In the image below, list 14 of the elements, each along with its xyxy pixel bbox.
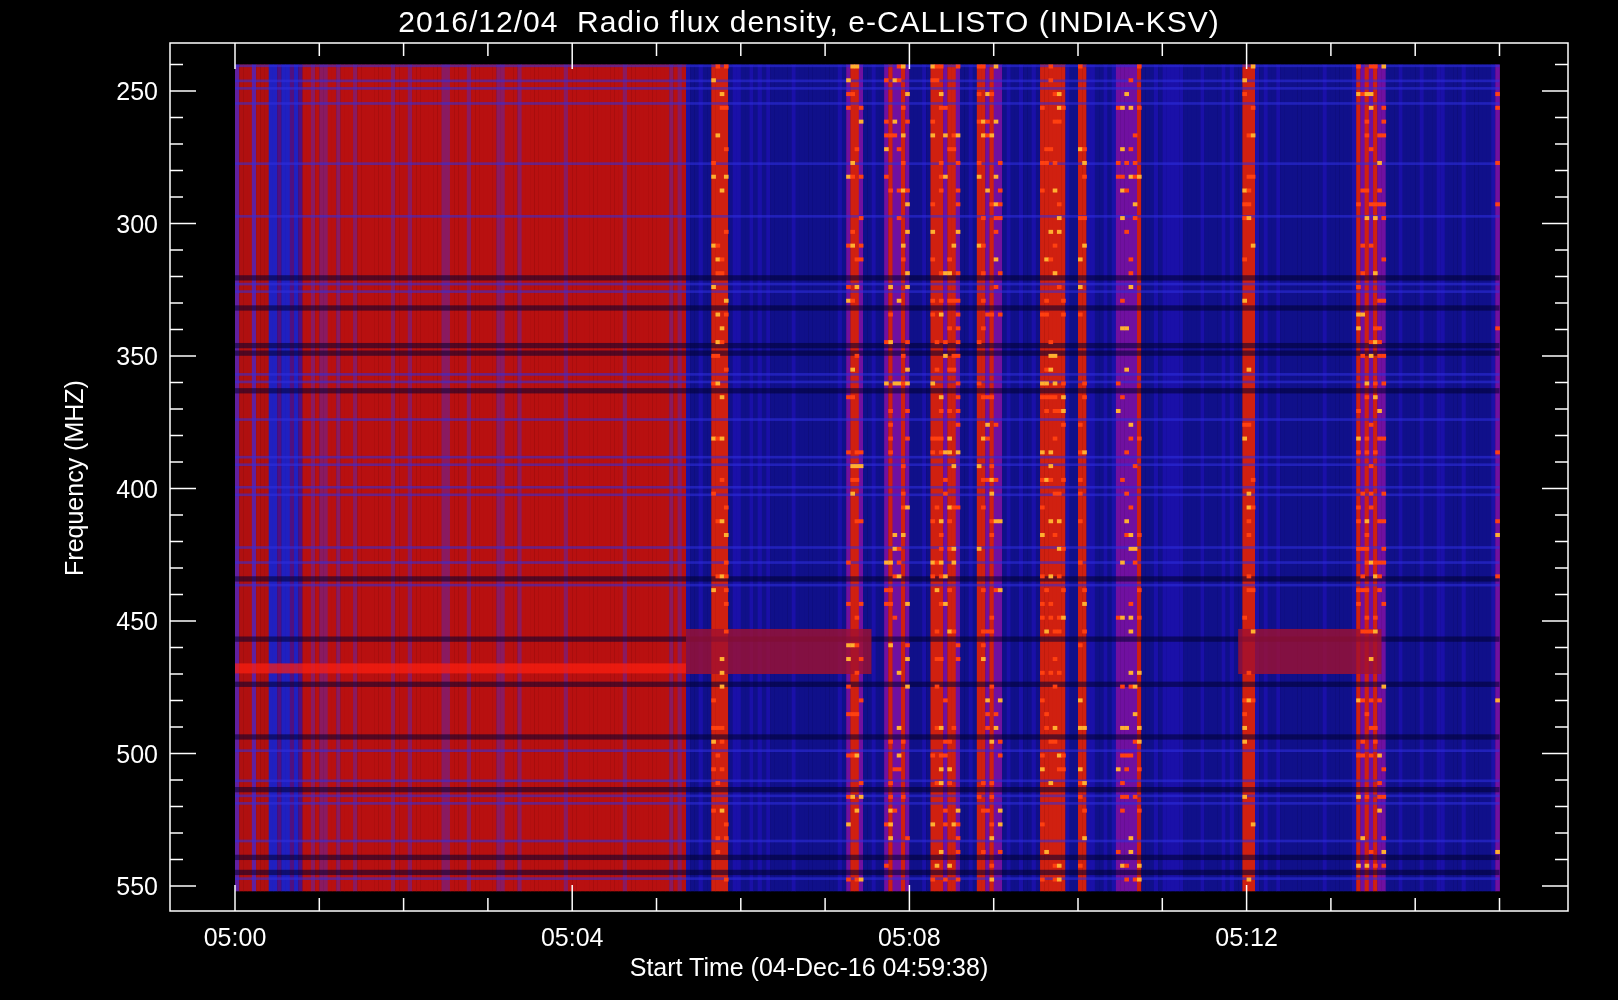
y-tick-label: 300 bbox=[116, 209, 158, 238]
y-tick-label: 500 bbox=[116, 739, 158, 768]
x-tick-label: 05:00 bbox=[203, 923, 267, 951]
x-tick-label: 05:04 bbox=[540, 923, 604, 951]
y-tick-label: 350 bbox=[116, 342, 158, 370]
y-tick-label: 550 bbox=[116, 872, 158, 900]
y-tick-label: 450 bbox=[116, 607, 158, 635]
y-tick-label: 250 bbox=[116, 77, 158, 105]
y-axis-label: Frequency (MHZ) bbox=[60, 380, 88, 576]
y-tick-label: 400 bbox=[116, 474, 158, 503]
plot-title: 2016/12/04 Radio flux density, e-CALLISTO (INDIA-KSV) bbox=[398, 5, 1220, 38]
x-axis-label: Start Time (04-Dec-16 04:59:38) bbox=[629, 953, 989, 981]
x-tick-label: 05:08 bbox=[878, 923, 941, 951]
x-tick-label: 05:12 bbox=[1215, 923, 1278, 951]
